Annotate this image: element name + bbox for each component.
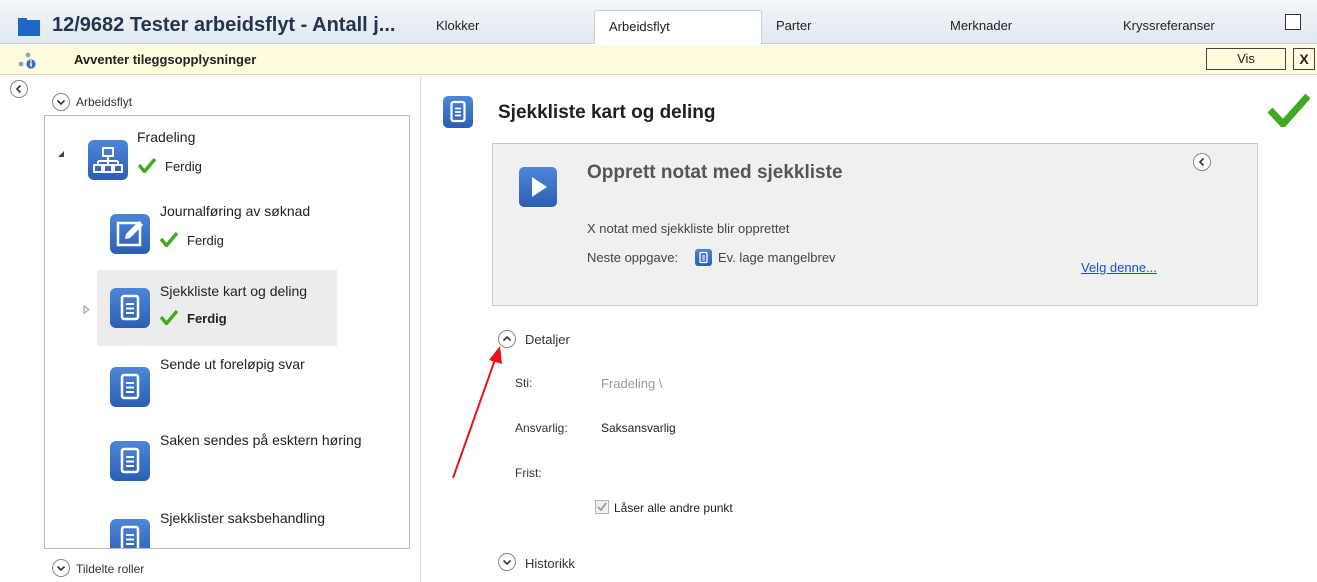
tab-kryssreferanser[interactable]: Kryssreferanser: [1123, 10, 1273, 44]
tab-merknader[interactable]: Merknader: [950, 10, 1090, 44]
edit-icon: [110, 214, 150, 254]
expand-triangle-icon[interactable]: [83, 305, 90, 314]
ansvarlig-label: Ansvarlig:: [515, 421, 568, 435]
ansvarlig-value: Saksansvarlig: [601, 421, 676, 435]
status-sjekkliste-kart: Ferdig: [187, 311, 227, 326]
check-icon: [160, 310, 178, 325]
banner-text: Avventer tileggsopplysninger: [74, 52, 257, 67]
tree-item-sjekklister-saksbehandling[interactable]: Sjekklister saksbehandling: [160, 510, 325, 526]
tree-item-fradeling[interactable]: Fradeling: [137, 129, 195, 145]
collapse-left-icon[interactable]: [10, 80, 28, 98]
arbeidsflyt-section-label: Arbeidsflyt: [76, 95, 133, 109]
tab-arbeidsflyt[interactable]: Arbeidsflyt: [594, 10, 762, 44]
check-icon: [160, 232, 178, 247]
tildelte-roller-label[interactable]: Tildelte roller: [76, 562, 144, 576]
tree-item-sende-ut[interactable]: Sende ut foreløpig svar: [160, 356, 305, 372]
play-icon[interactable]: [519, 167, 557, 207]
sti-value: Fradeling \: [601, 376, 663, 391]
lock-checkbox[interactable]: [595, 500, 609, 514]
next-task-label: Neste oppgave:: [587, 250, 679, 265]
velg-denne-link[interactable]: Velg denne...: [1081, 260, 1157, 275]
panel-divider[interactable]: [420, 76, 421, 582]
expand-arbeidsflyt-icon[interactable]: [52, 93, 70, 111]
page-title: Sjekkliste kart og deling: [498, 102, 716, 123]
card-description: X notat med sjekkliste blir opprettet: [587, 221, 790, 236]
document-icon: [443, 96, 473, 128]
workflow-info-icon: [18, 52, 36, 69]
status-banner: Avventer tileggsopplysninger Vis X: [0, 45, 1317, 75]
folder-icon: [18, 18, 40, 36]
collapse-card-icon[interactable]: [1193, 153, 1211, 171]
status-journalforing: Ferdig: [187, 233, 224, 248]
window-title: 12/9682 Tester arbeidsflyt - Antall j...: [52, 14, 396, 36]
tree-item-sjekkliste-kart[interactable]: Sjekkliste kart og deling: [160, 283, 307, 299]
workflow-tree: Fradeling Ferdig Journalføring av søknad…: [44, 115, 410, 549]
card-title: Opprett notat med sjekkliste: [587, 162, 843, 183]
completed-check-icon: [1268, 93, 1310, 127]
tree-item-ekstern-horing[interactable]: Saken sendes på esktern høring: [160, 432, 362, 448]
historikk-label[interactable]: Historikk: [525, 556, 575, 571]
vis-button[interactable]: Vis: [1206, 48, 1286, 70]
next-step-card: Opprett notat med sjekkliste X notat med…: [492, 143, 1258, 306]
hierarchy-icon: [88, 140, 128, 180]
document-icon: [110, 441, 150, 481]
next-task-name: Ev. lage mangelbrev: [718, 250, 836, 265]
tab-klokker[interactable]: Klokker: [432, 10, 592, 44]
check-icon: [138, 158, 156, 173]
close-banner-button[interactable]: X: [1293, 48, 1315, 70]
status-fradeling: Ferdig: [165, 159, 202, 174]
document-icon: [110, 519, 150, 548]
tree-item-journalforing[interactable]: Journalføring av søknad: [160, 203, 310, 219]
details-label[interactable]: Detaljer: [525, 332, 570, 347]
collapse-triangle-icon[interactable]: [57, 150, 65, 158]
lock-label: Låser alle andre punkt: [614, 501, 733, 515]
document-icon: [110, 288, 150, 328]
annotation-arrow: [452, 346, 502, 479]
expand-tildelte-roller-icon[interactable]: [52, 559, 70, 577]
document-icon: [695, 249, 712, 266]
restore-window-button[interactable]: [1285, 14, 1301, 30]
expand-historikk-icon[interactable]: [498, 553, 516, 571]
window-titlebar: 12/9682 Tester arbeidsflyt - Antall j...…: [0, 0, 1317, 44]
document-icon: [110, 367, 150, 407]
tab-parter[interactable]: Parter: [776, 10, 916, 44]
